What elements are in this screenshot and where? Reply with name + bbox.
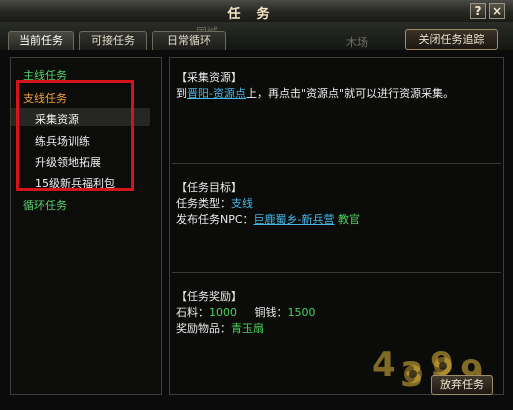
section-divider <box>172 272 501 273</box>
highlight-annotation-box <box>16 80 134 191</box>
copper-value: 1500 <box>287 306 316 319</box>
npc-row: 发布任务NPC：巨鹿蜀乡-新兵营 教官 <box>176 211 360 227</box>
help-button[interactable]: ? <box>470 3 486 19</box>
reward-item-label: 奖励物品： <box>176 322 231 335</box>
section-title-reward: 【任务奖励】 <box>176 290 242 303</box>
desc-prefix: 到 <box>176 87 187 100</box>
tab-available-tasks[interactable]: 可接任务 <box>79 31 147 50</box>
window-title: 任务 <box>227 7 286 22</box>
npc-label: 发布任务NPC： <box>176 213 254 226</box>
section-title-task: 【采集资源】 <box>176 71 242 84</box>
desc-suffix: 上，再点击"资源点"就可以进行资源采集。 <box>245 87 455 100</box>
copper-label: 铜钱： <box>254 306 288 319</box>
close-window-button[interactable]: × <box>489 3 505 19</box>
task-type-label: 任务类型： <box>176 197 231 210</box>
task-type-value: 支线 <box>231 197 253 210</box>
reward-item-value: 青玉扇 <box>231 322 264 335</box>
tab-daily-cycle[interactable]: 日常循环 <box>152 31 226 50</box>
stone-value: 1000 <box>209 306 237 319</box>
background-map-label: 木场 <box>346 36 368 49</box>
svg-text:4: 4 <box>372 345 396 385</box>
npc-name: 教官 <box>338 213 361 226</box>
resource-point-link[interactable]: 晋阳-资源点 <box>187 87 246 100</box>
section-divider <box>172 163 501 164</box>
abandon-task-button[interactable]: 放弃任务 <box>431 375 493 395</box>
reward-item-row: 奖励物品：青玉扇 <box>176 320 264 336</box>
task-type-row: 任务类型：支线 <box>176 195 253 211</box>
npc-location-link[interactable]: 巨鹿蜀乡-新兵营 <box>254 213 335 226</box>
tab-current-tasks[interactable]: 当前任务 <box>8 31 74 50</box>
close-tracking-button[interactable]: 关闭任务追踪 <box>405 29 498 50</box>
reward-resources-row: 石料：1000 铜钱：1500 <box>176 304 316 320</box>
window-title-bar: 任务 ? × <box>0 0 513 23</box>
task-description: 到晋阳-资源点上，再点击"资源点"就可以进行资源采集。 <box>176 85 454 101</box>
section-title-objective: 【任务目标】 <box>176 181 242 194</box>
stone-label: 石料： <box>176 306 209 319</box>
category-cycle[interactable]: 循环任务 <box>23 197 67 213</box>
